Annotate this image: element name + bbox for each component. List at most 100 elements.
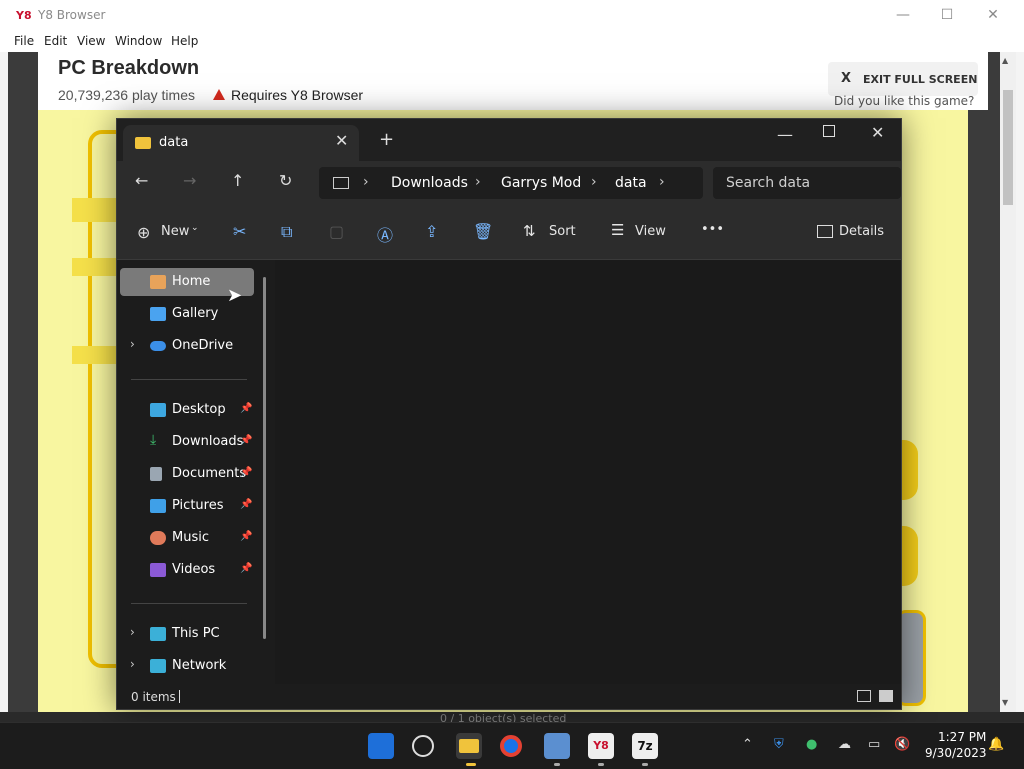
explorer-close-button[interactable]: ✕ xyxy=(871,123,884,142)
file-explorer-taskbar-button[interactable] xyxy=(456,733,482,759)
tray-overflow-icon[interactable]: ⌃ xyxy=(742,737,753,752)
nav-music[interactable]: Music 📌 xyxy=(120,524,254,552)
details-pane-icon xyxy=(817,225,833,238)
nav-desktop[interactable]: Desktop 📌 xyxy=(120,396,254,424)
tab-data[interactable]: data ✕ xyxy=(123,125,359,161)
clock-date[interactable]: 9/30/2023 xyxy=(925,746,987,760)
game-bar xyxy=(72,346,122,364)
nav-videos[interactable]: Videos 📌 xyxy=(120,556,254,584)
new-tab-button[interactable]: + xyxy=(379,129,394,150)
nav-onedrive[interactable]: › OneDrive xyxy=(120,332,254,360)
exit-fullscreen-button[interactable]: X EXIT FULL SCREEN xyxy=(828,62,978,96)
scroll-down-arrow-icon[interactable]: ▼ xyxy=(1002,698,1008,707)
breadcrumb-data[interactable]: data xyxy=(615,175,647,191)
back-arrow-icon[interactable]: ← xyxy=(135,171,148,190)
scrollbar-thumb[interactable] xyxy=(1003,90,1013,205)
folder-icon xyxy=(459,739,479,753)
details-button[interactable]: Details xyxy=(839,224,884,239)
scroll-up-arrow-icon[interactable]: ▲ xyxy=(1002,56,1008,65)
running-indicator xyxy=(554,763,560,766)
nav-downloads[interactable]: ⤓ Downloads 📌 xyxy=(120,428,254,456)
page-edge xyxy=(1016,52,1024,712)
menu-help[interactable]: Help xyxy=(171,34,198,48)
menu-window[interactable]: Window xyxy=(115,34,162,48)
tab-title: data xyxy=(159,135,189,150)
delete-icon[interactable]: 🗑 xyxy=(473,222,493,241)
nav-pictures-label: Pictures xyxy=(172,498,224,513)
file-list-area[interactable] xyxy=(275,260,901,684)
mouse-cursor-icon: ➤ xyxy=(227,285,243,306)
details-view-icon[interactable] xyxy=(857,690,871,702)
forward-arrow-icon[interactable]: → xyxy=(183,171,196,190)
nav-pictures[interactable]: Pictures 📌 xyxy=(120,492,254,520)
file-explorer-window: data ✕ + — ✕ ← → ↑ ↻ › Downloads › Garry… xyxy=(116,118,902,710)
explorer-maximize-button[interactable] xyxy=(823,125,835,137)
nav-this-pc[interactable]: › This PC xyxy=(120,620,254,648)
cut-icon[interactable]: ✂ xyxy=(233,222,246,241)
7zip-icon[interactable]: 7z xyxy=(632,733,658,759)
minimize-button[interactable]: — xyxy=(890,5,916,25)
refresh-icon[interactable]: ↻ xyxy=(279,171,292,190)
nav-documents-label: Documents xyxy=(172,466,247,481)
running-indicator xyxy=(642,763,648,766)
network-icon xyxy=(150,659,166,673)
defender-icon[interactable]: ⛨ xyxy=(774,737,784,752)
more-options-button[interactable]: ••• xyxy=(701,222,724,237)
explorer-minimize-button[interactable]: — xyxy=(777,125,793,144)
navigation-pane: Home Gallery › OneDrive Desktop 📌 ⤓ Down… xyxy=(117,260,267,684)
new-button[interactable]: New xyxy=(161,224,189,239)
breadcrumb-downloads[interactable]: Downloads xyxy=(391,175,468,191)
chevron-right-icon: › xyxy=(363,174,369,190)
exit-fullscreen-label: EXIT FULL SCREEN xyxy=(863,73,978,86)
menu-bar: File Edit View Window Help xyxy=(0,30,1024,52)
nav-divider xyxy=(131,379,247,380)
nav-videos-label: Videos xyxy=(172,562,216,577)
game-bar xyxy=(72,258,122,276)
menu-view[interactable]: View xyxy=(77,34,105,48)
utorrent-icon[interactable]: ● xyxy=(806,737,817,752)
rename-icon[interactable]: Ⓐ xyxy=(377,222,393,246)
search-icon[interactable] xyxy=(412,735,434,757)
view-button[interactable]: View xyxy=(635,224,666,239)
share-icon[interactable]: ⇪ xyxy=(425,222,438,241)
search-input[interactable]: Search data xyxy=(713,167,901,199)
text-caret xyxy=(179,690,180,703)
y8-browser-icon[interactable]: Y8 xyxy=(588,733,614,759)
nav-documents[interactable]: Documents 📌 xyxy=(120,460,254,488)
close-button[interactable]: ✕ xyxy=(980,5,1006,25)
address-bar[interactable]: › Downloads › Garrys Mod › data › xyxy=(319,167,703,199)
chevron-down-icon: ⌄ xyxy=(191,223,199,233)
active-indicator xyxy=(466,763,476,766)
paste-icon[interactable]: ▢ xyxy=(329,222,344,241)
nav-desktop-label: Desktop xyxy=(172,402,226,417)
chrome-icon[interactable] xyxy=(500,735,522,757)
search-placeholder: Search data xyxy=(726,175,811,191)
exit-x-icon: X xyxy=(841,71,852,86)
nav-network[interactable]: › Network xyxy=(120,652,254,680)
onedrive-tray-icon[interactable]: ☁ xyxy=(838,737,851,752)
nav-pane-scrollbar[interactable] xyxy=(263,277,266,639)
task-manager-icon[interactable] xyxy=(544,733,570,759)
network-tray-icon[interactable]: ▭ xyxy=(868,737,880,752)
sort-button[interactable]: Sort xyxy=(549,224,576,239)
pin-icon: 📌 xyxy=(240,435,253,446)
nav-home-label: Home xyxy=(172,274,211,289)
chevron-right-icon: › xyxy=(591,174,597,190)
expand-chevron-icon[interactable]: › xyxy=(130,337,135,351)
large-icons-view-icon[interactable] xyxy=(879,690,893,702)
menu-edit[interactable]: Edit xyxy=(44,34,67,48)
running-indicator xyxy=(598,763,604,766)
maximize-button[interactable]: ☐ xyxy=(934,5,960,25)
expand-chevron-icon[interactable]: › xyxy=(130,625,135,639)
breadcrumb-garrys-mod[interactable]: Garrys Mod xyxy=(501,175,581,191)
copy-icon[interactable]: ⧉ xyxy=(281,222,292,242)
volume-muted-icon[interactable]: 🔇 xyxy=(894,737,910,752)
expand-chevron-icon[interactable]: › xyxy=(130,657,135,671)
up-arrow-icon[interactable]: ↑ xyxy=(231,171,244,190)
clock-time[interactable]: 1:27 PM xyxy=(938,730,986,744)
menu-file[interactable]: File xyxy=(14,34,34,48)
start-windows-icon[interactable] xyxy=(368,733,394,759)
nav-network-label: Network xyxy=(172,658,227,673)
notification-bell-icon[interactable]: 🔔 xyxy=(988,737,1004,752)
tab-close-icon[interactable]: ✕ xyxy=(335,131,348,150)
